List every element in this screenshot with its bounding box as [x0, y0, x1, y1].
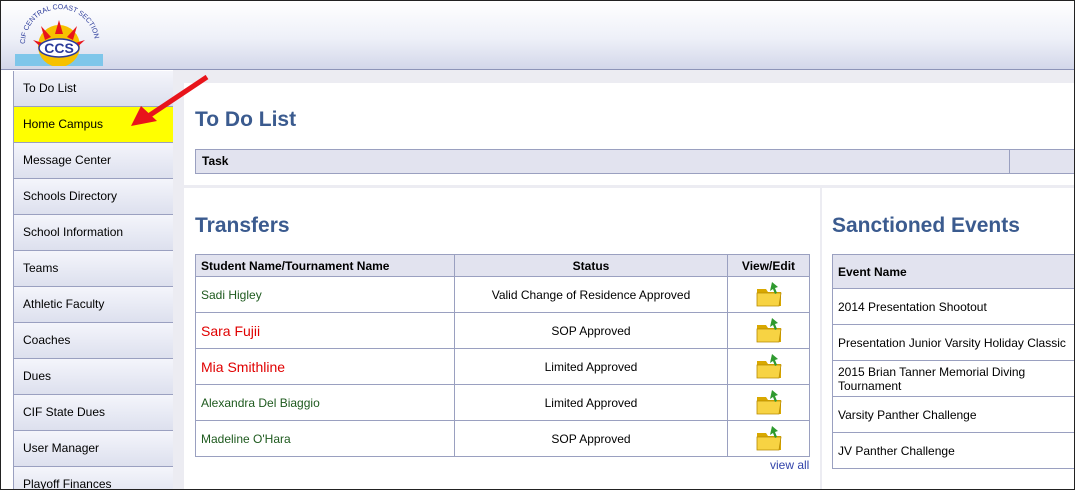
- sanctioned-events-title: Sanctioned Events: [832, 214, 1020, 237]
- folder-edit-icon[interactable]: [755, 353, 783, 381]
- table-header-row: Event Name: [832, 254, 1074, 289]
- table-row: Sara Fujii SOP Approved: [195, 312, 810, 349]
- sidebar-item-cif-state-dues[interactable]: CIF State Dues: [14, 395, 173, 431]
- app-window: CCS CIF CENTRAL COAST SECTION To Do List…: [0, 0, 1075, 490]
- table-row: 2015 Brian Tanner Memorial Diving Tourna…: [832, 360, 1074, 397]
- sidebar-item-message-center[interactable]: Message Center: [14, 143, 173, 179]
- task-column-header: Task: [202, 154, 229, 168]
- event-name[interactable]: 2015 Brian Tanner Memorial Diving Tourna…: [832, 360, 1074, 397]
- student-name[interactable]: Madeline O'Hara: [195, 420, 455, 457]
- view-edit-cell: [727, 384, 810, 421]
- sidebar-item-dues[interactable]: Dues: [14, 359, 173, 395]
- sidebar-item-school-information[interactable]: School Information: [14, 215, 173, 251]
- column-header-event-name: Event Name: [832, 254, 1074, 289]
- header-banner: CCS CIF CENTRAL COAST SECTION: [1, 1, 1074, 70]
- transfer-status: SOP Approved: [454, 420, 728, 457]
- transfers-title: Transfers: [195, 214, 290, 237]
- view-edit-cell: [727, 348, 810, 385]
- table-row: Mia Smithline Limited Approved: [195, 348, 810, 385]
- column-header-status: Status: [454, 254, 728, 277]
- table-row: Varsity Panther Challenge: [832, 396, 1074, 433]
- view-all-link[interactable]: view all: [770, 458, 809, 472]
- sanctioned-events-panel: Sanctioned Events Event Name 2014 Presen…: [822, 188, 1074, 489]
- column-header-student-name: Student Name/Tournament Name: [195, 254, 455, 277]
- sidebar-item-teams[interactable]: Teams: [14, 251, 173, 287]
- table-row: 2014 Presentation Shootout: [832, 288, 1074, 325]
- folder-edit-icon[interactable]: [755, 281, 783, 309]
- ccs-logo: CCS CIF CENTRAL COAST SECTION: [15, 4, 103, 66]
- folder-edit-icon[interactable]: [755, 425, 783, 453]
- transfer-status: SOP Approved: [454, 312, 728, 349]
- event-name[interactable]: 2014 Presentation Shootout: [832, 288, 1074, 325]
- transfers-panel: Transfers Student Name/Tournament Name S…: [184, 188, 820, 489]
- events-table: Event Name 2014 Presentation Shootout Pr…: [832, 254, 1074, 469]
- transfer-status: Limited Approved: [454, 348, 728, 385]
- student-name[interactable]: Sara Fujii: [195, 312, 455, 349]
- sidebar-item-athletic-faculty[interactable]: Athletic Faculty: [14, 287, 173, 323]
- folder-edit-icon[interactable]: [755, 317, 783, 345]
- folder-edit-icon[interactable]: [755, 389, 783, 417]
- table-row: Madeline O'Hara SOP Approved: [195, 420, 810, 457]
- sidebar-item-schools-directory[interactable]: Schools Directory: [14, 179, 173, 215]
- table-row: Presentation Junior Varsity Holiday Clas…: [832, 324, 1074, 361]
- table-header-row: Student Name/Tournament Name Status View…: [195, 254, 810, 277]
- table-row: JV Panther Challenge: [832, 432, 1074, 469]
- student-name[interactable]: Alexandra Del Biaggio: [195, 384, 455, 421]
- sidebar-item-coaches[interactable]: Coaches: [14, 323, 173, 359]
- view-edit-cell: [727, 276, 810, 313]
- logo-text: CCS: [44, 40, 74, 56]
- table-row: Alexandra Del Biaggio Limited Approved: [195, 384, 810, 421]
- column-divider: [1009, 150, 1010, 173]
- red-arrow-annotation: [131, 74, 209, 126]
- todo-panel: To Do List Task: [184, 83, 1074, 185]
- student-name[interactable]: Mia Smithline: [195, 348, 455, 385]
- transfers-table: Student Name/Tournament Name Status View…: [195, 254, 810, 457]
- event-name[interactable]: Presentation Junior Varsity Holiday Clas…: [832, 324, 1074, 361]
- view-edit-cell: [727, 312, 810, 349]
- event-name[interactable]: Varsity Panther Challenge: [832, 396, 1074, 433]
- transfer-status: Valid Change of Residence Approved: [454, 276, 728, 313]
- column-header-view-edit: View/Edit: [727, 254, 810, 277]
- event-name[interactable]: JV Panther Challenge: [832, 432, 1074, 469]
- sidebar-item-user-manager[interactable]: User Manager: [14, 431, 173, 467]
- sidebar-item-playoff-finances[interactable]: Playoff Finances: [14, 467, 173, 489]
- task-table-header: Task: [195, 149, 1074, 174]
- sidebar-nav: To Do List Home Campus Message Center Sc…: [13, 71, 173, 489]
- student-name[interactable]: Sadi Higley: [195, 276, 455, 313]
- view-edit-cell: [727, 420, 810, 457]
- transfer-status: Limited Approved: [454, 384, 728, 421]
- table-row: Sadi Higley Valid Change of Residence Ap…: [195, 276, 810, 313]
